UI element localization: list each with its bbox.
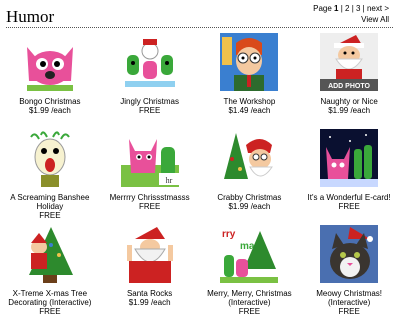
- svg-text:hr: hr: [165, 176, 172, 185]
- ecard-title[interactable]: It's a Wonderful E-card!: [308, 193, 391, 202]
- ecard-thumbnail[interactable]: [20, 129, 79, 187]
- ecard-item[interactable]: ADD PHOTO Naughty or Nice $1.99 /each: [299, 33, 399, 129]
- ecard-price: FREE: [338, 202, 360, 211]
- add-photo-badge: ADD PHOTO: [328, 83, 370, 90]
- ecard-title[interactable]: Merry, Merry, Christmas (Interactive): [207, 289, 292, 307]
- ecard-price: FREE: [238, 307, 261, 316]
- pagination: Page 1 | 2 | 3 | next >: [313, 4, 389, 13]
- view-all-link[interactable]: View All: [361, 15, 389, 24]
- ecard-item[interactable]: Santa Rocks $1.99 /each: [100, 225, 200, 321]
- pager-next-link[interactable]: next >: [367, 4, 389, 13]
- ecard-price: FREE: [39, 307, 61, 316]
- ecard-title[interactable]: Bongo Christmas: [19, 97, 80, 106]
- ecard-price: FREE: [138, 202, 161, 211]
- ecard-title[interactable]: A Screaming Banshee Holiday: [10, 193, 89, 211]
- ecard-thumbnail[interactable]: [320, 225, 379, 283]
- ecard-thumbnail[interactable]: ADD PHOTO: [320, 33, 379, 91]
- ecard-item[interactable]: Bongo Christmas $1.99 /each: [0, 33, 100, 129]
- ecard-thumbnail[interactable]: [220, 33, 279, 91]
- ecard-price: $1.99 /each: [328, 106, 371, 115]
- ecard-thumbnail[interactable]: [120, 33, 179, 91]
- ecard-price: $1.49 /each: [228, 106, 271, 115]
- pager-prefix: Page: [313, 4, 335, 13]
- ecard-grid: Bongo Christmas $1.99 /each Jingly Chris…: [0, 33, 399, 321]
- ecard-price: FREE: [39, 211, 61, 220]
- ecard-thumbnail[interactable]: [220, 129, 279, 187]
- ecard-item[interactable]: Jingly Christmas FREE: [100, 33, 200, 129]
- ecard-title[interactable]: The Workshop: [223, 97, 275, 106]
- ecard-price: $1.99 /each: [28, 106, 71, 115]
- ecard-item[interactable]: X-Treme X-mas Tree Decorating (Interacti…: [0, 225, 100, 321]
- svg-text:rry: rry: [222, 229, 236, 240]
- ecard-thumbnail[interactable]: hr: [120, 129, 179, 187]
- ecard-price: $1.99 /each: [228, 202, 271, 211]
- ecard-price: FREE: [338, 307, 360, 316]
- ecard-item[interactable]: Meowy Christmas! (Interactive) FREE: [299, 225, 399, 321]
- ecard-thumbnail[interactable]: rry mas: [220, 225, 279, 283]
- ecard-thumbnail[interactable]: [120, 225, 179, 283]
- ecard-price: $1.99 /each: [128, 298, 171, 307]
- ecard-item[interactable]: rry mas Merry, Merry, Christmas (Interac…: [200, 225, 300, 321]
- ecard-title[interactable]: Santa Rocks: [127, 289, 172, 298]
- ecard-thumbnail[interactable]: [320, 129, 379, 187]
- ecard-title[interactable]: Jingly Christmas: [120, 97, 179, 106]
- ecard-item[interactable]: The Workshop $1.49 /each: [200, 33, 300, 129]
- ecard-item[interactable]: It's a Wonderful E-card! FREE: [299, 129, 399, 225]
- ecard-thumbnail[interactable]: [20, 225, 79, 283]
- ecard-item[interactable]: A Screaming Banshee Holiday FREE: [0, 129, 100, 225]
- ecard-item[interactable]: hr Merrrry Chrissstmasss FREE: [100, 129, 200, 225]
- ecard-title[interactable]: Meowy Christmas! (Interactive): [316, 289, 382, 307]
- ecard-title[interactable]: Naughty or Nice: [320, 97, 377, 106]
- ecard-title[interactable]: Merrrry Chrissstmasss: [110, 193, 190, 202]
- ecard-item[interactable]: Crabby Christmas $1.99 /each: [200, 129, 300, 225]
- ecard-title[interactable]: Crabby Christmas: [217, 193, 281, 202]
- page-title: Humor: [6, 7, 55, 26]
- ecard-thumbnail[interactable]: [20, 33, 79, 91]
- ecard-price: FREE: [138, 106, 161, 115]
- ecard-title[interactable]: X-Treme X-mas Tree Decorating (Interacti…: [8, 289, 91, 307]
- divider: [6, 27, 393, 28]
